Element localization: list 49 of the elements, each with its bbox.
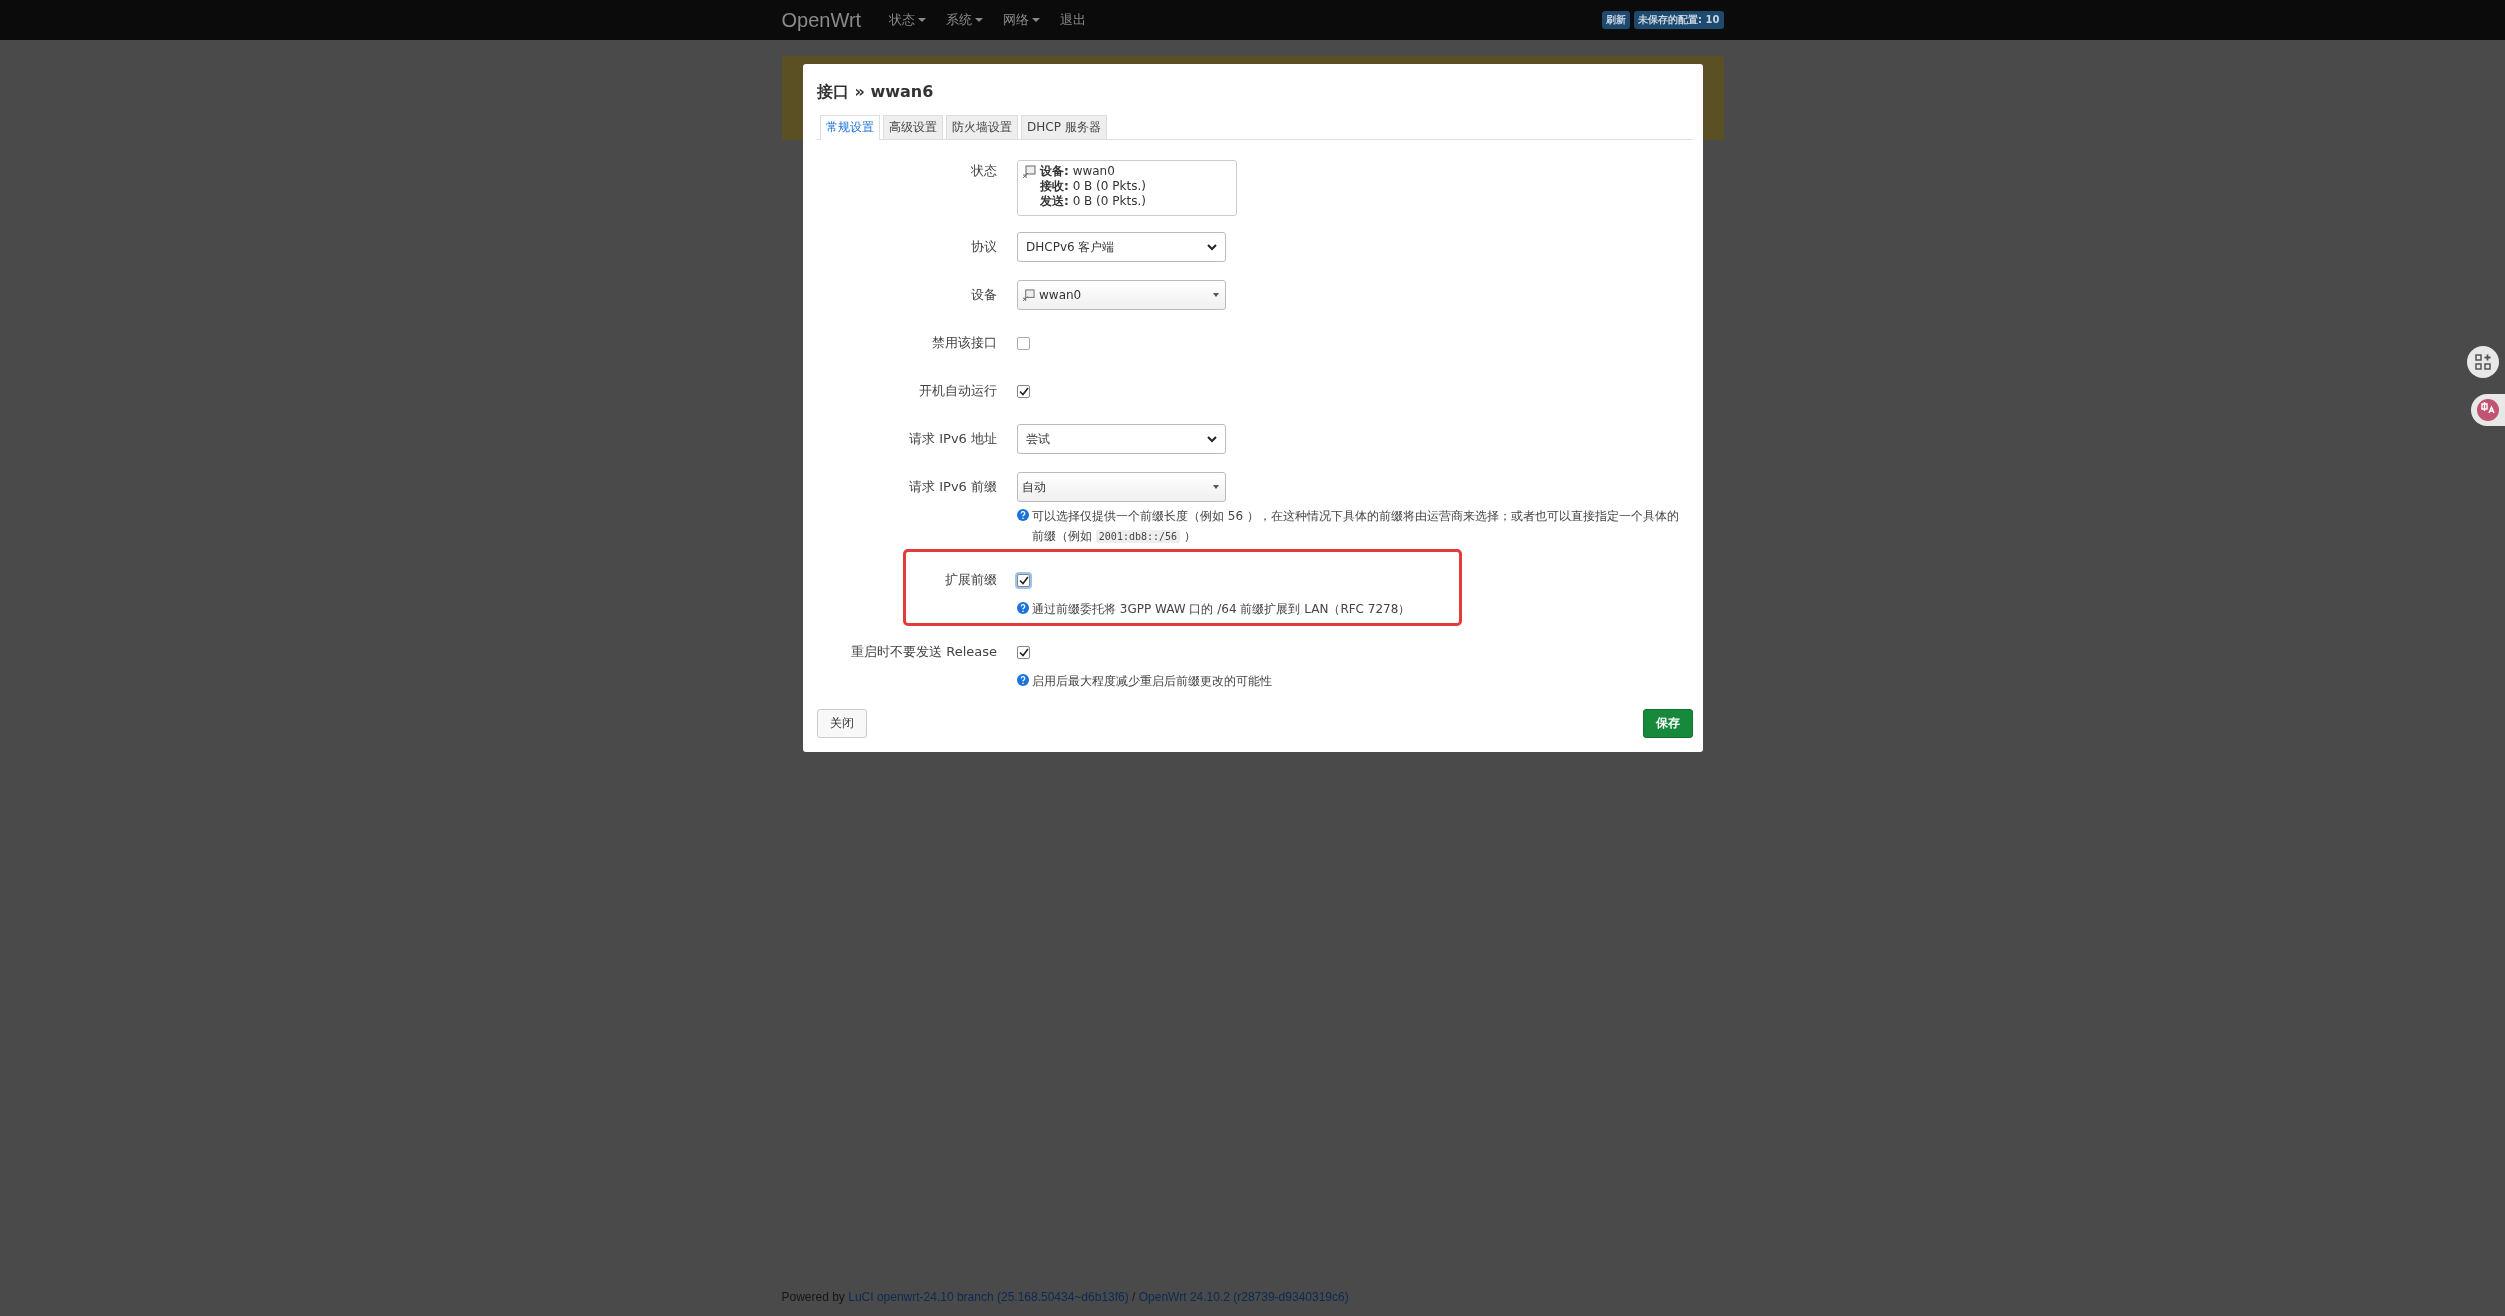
field-label: 开机自动运行 [918,382,998,400]
dropdown-field[interactable]: wwan0 [1017,280,1226,310]
nav-menu-item[interactable]: 状态 [889,11,927,29]
status-badge[interactable]: 未保存的配置: 10 [1634,11,1724,29]
chevron-down-icon [1207,435,1217,443]
checkbox[interactable] [1017,336,1030,350]
caret-icon [1213,485,1219,489]
select-field[interactable]: 尝试 [1017,424,1226,454]
translate-icon[interactable] [2471,394,2505,426]
close-button[interactable]: 关闭 [817,709,867,738]
help-icon [1017,509,1029,521]
field-label: 禁用该接口 [931,334,998,352]
nav-menu-item[interactable]: 系统 [946,11,984,29]
caret-icon [1213,293,1219,297]
help-icon [1017,674,1029,686]
dialog-title: 接口 » wwan6 [817,82,935,103]
save-button[interactable]: 保存 [1643,709,1693,738]
field-label: 请求 IPv6 地址 [908,430,998,448]
field-label: 设备 [970,286,998,304]
checkbox[interactable] [1017,645,1030,659]
select-field[interactable]: DHCPv6 客户端 [1017,232,1226,262]
tab[interactable]: 常规设置 [820,115,880,140]
tab[interactable]: 高级设置 [883,115,943,139]
footer-text: / [1131,1290,1137,1304]
field-label: 重启时不要发送 Release [850,643,998,661]
status-line: 发送: 0 B (0 Pkts.) [1040,194,1146,209]
chevron-down-icon [1207,243,1217,251]
field-label: 请求 IPv6 前缀 [908,478,998,496]
checkbox[interactable] [1017,384,1030,398]
nav-menu-item[interactable]: 退出 [1060,11,1087,29]
help-text: 启用后最大程度减少重启后前缀更改的可能性 [1032,673,1272,690]
grid-plus-icon[interactable] [2467,346,2499,378]
network-device-icon [1022,165,1036,179]
checkbox[interactable] [1017,573,1030,587]
nav-menu-item[interactable]: 网络 [1003,11,1041,29]
help-text: 通过前缀委托将 3GPP WAW 口的 /64 前缀扩展到 LAN（RFC 7278） [1032,601,1411,618]
help-text: 可以选择仅提供一个前缀长度（例如 56 ），在这种情况下具体的前缀将由运营商来选择；或者也可以直接指定一个具体的前缀（例如 2001:db8::/56 ） [1032,508,1680,545]
help-icon [1017,602,1029,614]
field-label: 状态 [970,162,998,180]
network-device-icon [1022,288,1035,302]
field-label: 扩展前缀 [944,571,998,589]
status-line: 接收: 0 B (0 Pkts.) [1040,179,1146,194]
status-badge[interactable]: 刷新 [1602,11,1631,29]
tab[interactable]: 防火墙设置 [946,115,1018,139]
status-line: 设备: wwan0 [1040,164,1116,179]
dropdown-field[interactable]: 自动 [1017,472,1226,502]
field-label: 协议 [970,238,998,256]
tab[interactable]: DHCP 服务器 [1021,115,1107,139]
brand-logo[interactable]: OpenWrt [781,8,862,32]
